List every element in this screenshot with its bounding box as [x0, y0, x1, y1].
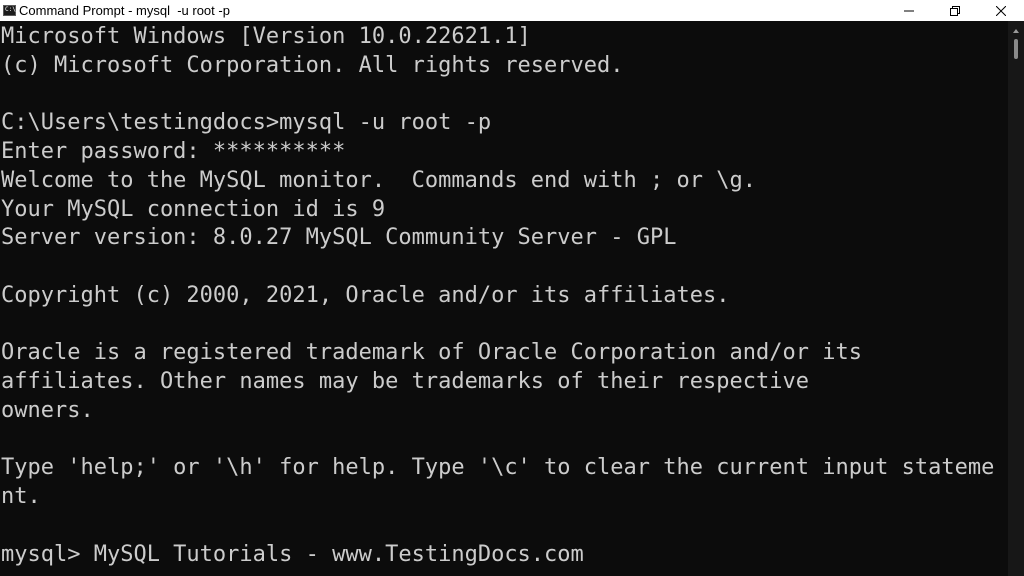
window-controls [886, 0, 1024, 21]
console-output[interactable]: Microsoft Windows [Version 10.0.22621.1]… [0, 21, 1008, 576]
console-line: affiliates. Other names may be trademark… [1, 369, 809, 394]
console-line: Oracle is a registered trademark of Orac… [1, 340, 862, 365]
console-line: nt. [1, 484, 41, 509]
console-line: Copyright (c) 2000, 2021, Oracle and/or … [1, 283, 730, 308]
title-bar[interactable]: C:\ Command Prompt - mysql -u root -p [0, 0, 1024, 21]
console-line: C:\Users\testingdocs>mysql -u root -p [1, 110, 492, 135]
mysql-prompt-line[interactable]: mysql> MySQL Tutorials - www.TestingDocs… [1, 541, 584, 569]
minimize-button[interactable] [886, 0, 932, 21]
close-button[interactable] [978, 0, 1024, 21]
command-prompt-icon[interactable]: C:\ [3, 5, 16, 16]
command-prompt-icon-glyph: C:\ [5, 6, 16, 13]
console-line: owners. [1, 398, 94, 423]
minimize-icon [904, 10, 914, 11]
maximize-button[interactable] [932, 0, 978, 21]
command-prompt-window: C:\ Command Prompt - mysql -u root -p Mi… [0, 0, 1024, 576]
scrollbar-thumb[interactable] [1014, 39, 1018, 59]
scroll-up-arrow-icon[interactable] [1013, 29, 1019, 33]
vertical-scrollbar[interactable] [1008, 21, 1024, 576]
console-line: (c) Microsoft Corporation. All rights re… [1, 53, 624, 78]
window-title: Command Prompt - mysql -u root -p [19, 3, 230, 18]
console-line: Enter password: ********** [1, 139, 346, 164]
maximize-icon [950, 5, 960, 16]
console-line: Microsoft Windows [Version 10.0.22621.1] [1, 24, 531, 49]
console-line: Type 'help;' or '\h' for help. Type '\c'… [1, 455, 995, 480]
console-line: Server version: 8.0.27 MySQL Community S… [1, 225, 677, 250]
console-line: Welcome to the MySQL monitor. Commands e… [1, 168, 756, 193]
console-line: Your MySQL connection id is 9 [1, 197, 386, 222]
close-icon [996, 5, 1006, 16]
